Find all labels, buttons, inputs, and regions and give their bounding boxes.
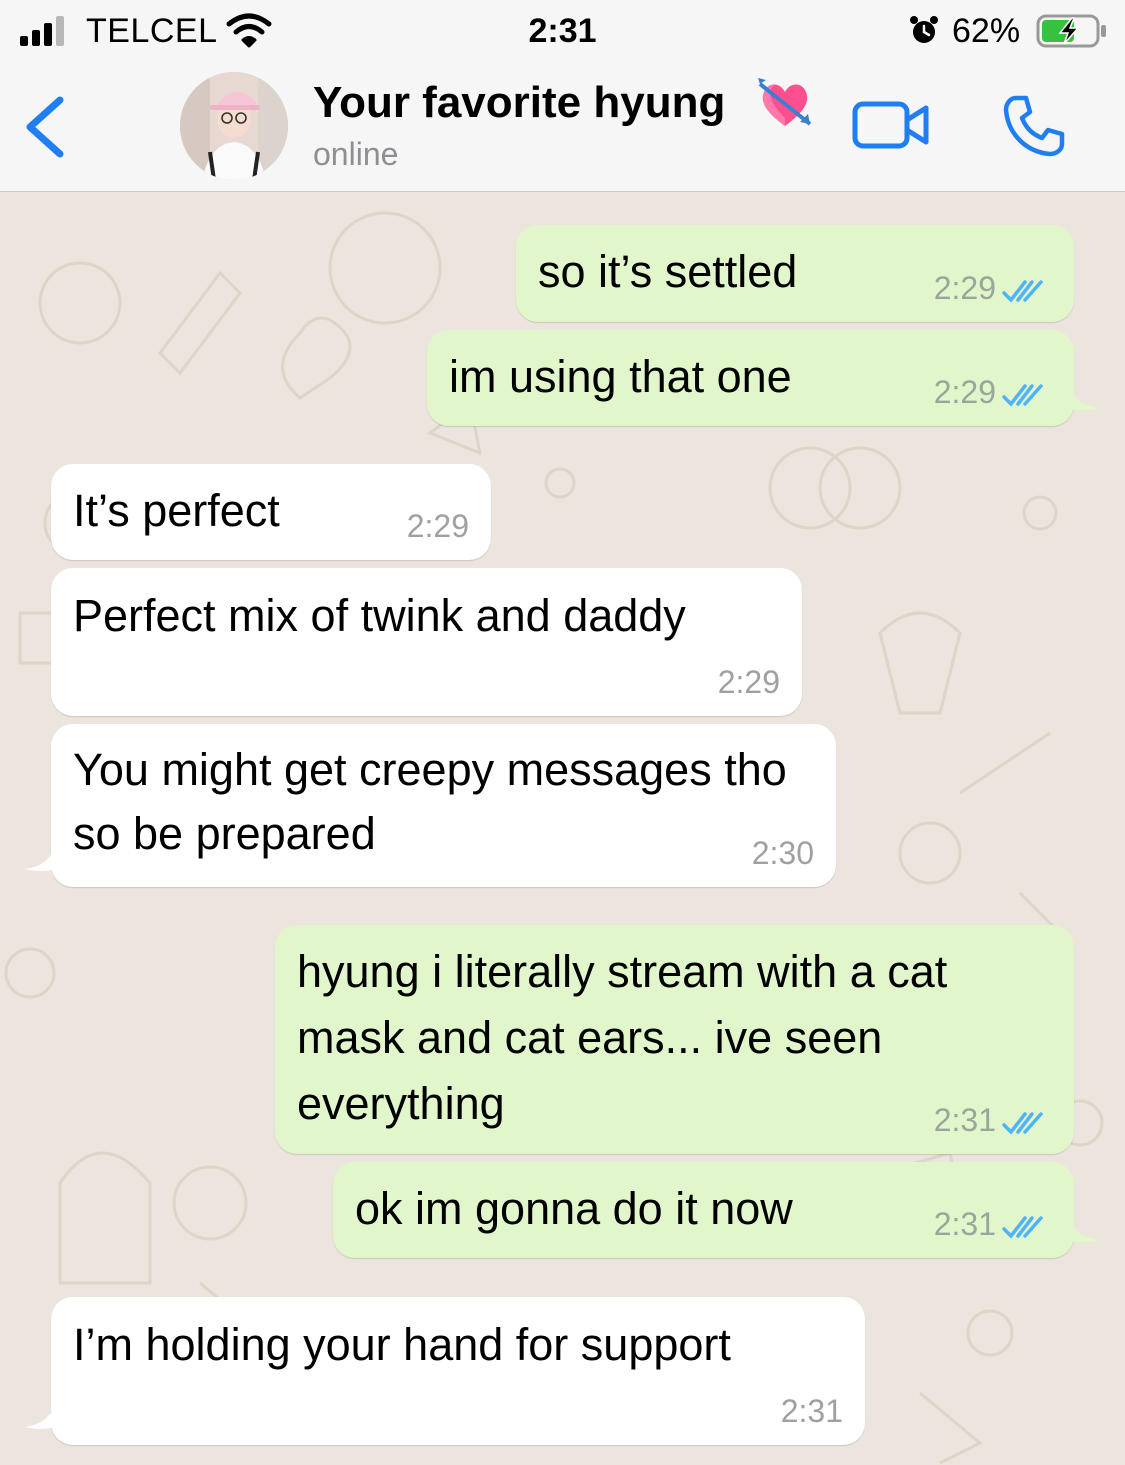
message-text: Perfect mix of twink and daddy — [73, 590, 686, 641]
message-meta: 2:30 — [752, 833, 814, 873]
message-meta: 2:31 — [934, 1204, 1048, 1244]
message-meta: 2:31 — [781, 1391, 843, 1431]
message-meta: 2:29 — [934, 268, 1048, 308]
message-meta: 2:31 — [934, 1100, 1048, 1140]
bubble-tail — [1070, 388, 1100, 410]
message-time: 2:29 — [406, 508, 469, 544]
chat-header: Your favorite hyung online — [0, 64, 1125, 192]
message-time: 2:31 — [933, 1102, 996, 1138]
message-text: You might get creepy messages tho so be … — [73, 744, 787, 859]
avatar[interactable] — [180, 72, 288, 180]
message-time: 2:29 — [933, 270, 996, 306]
message-bubble-incoming[interactable]: It’s perfect 2:29 — [51, 464, 491, 560]
message-time: 2:31 — [933, 1206, 996, 1242]
message-bubble-outgoing[interactable]: hyung i literally stream with a cat mask… — [275, 925, 1074, 1154]
message-bubble-incoming[interactable]: I’m holding your hand for support 2:31 — [51, 1297, 865, 1445]
double-check-icon — [1002, 1215, 1043, 1239]
double-check-icon — [1002, 383, 1043, 407]
battery-charging-icon — [1036, 14, 1106, 48]
message-bubble-outgoing[interactable]: ok im gonna do it now 2:31 — [333, 1162, 1074, 1258]
contact-status: online — [313, 136, 399, 172]
heart-with-arrow-icon — [758, 78, 812, 126]
video-call-icon[interactable] — [852, 98, 930, 152]
double-check-icon — [1002, 279, 1043, 303]
double-check-icon — [1002, 1111, 1043, 1135]
message-time: 2:29 — [717, 664, 780, 700]
message-time: 2:31 — [780, 1393, 843, 1429]
message-text: I’m holding your hand for support — [73, 1319, 731, 1370]
alarm-icon — [910, 16, 938, 43]
back-icon[interactable] — [22, 94, 66, 160]
message-time: 2:30 — [751, 835, 814, 871]
status-bar: TELCEL 2:31 62% — [0, 0, 1125, 64]
message-meta: 2:29 — [718, 662, 780, 702]
message-time: 2:29 — [933, 374, 996, 410]
battery-percent: 62% — [952, 12, 1021, 50]
bubble-tail — [24, 849, 54, 871]
message-bubble-outgoing[interactable]: so it’s settled 2:29 — [516, 225, 1074, 322]
bubble-tail — [24, 1407, 54, 1429]
phone-call-icon[interactable] — [1002, 94, 1066, 158]
bubble-tail — [1070, 1220, 1100, 1242]
message-bubble-outgoing[interactable]: im using that one 2:29 — [427, 330, 1074, 426]
message-meta: 2:29 — [934, 372, 1048, 412]
contact-name[interactable]: Your favorite hyung — [313, 78, 725, 128]
message-bubble-incoming[interactable]: You might get creepy messages tho so be … — [51, 724, 836, 887]
chat-area[interactable]: so it’s settled 2:29 im using that one 2… — [0, 193, 1125, 1465]
message-bubble-incoming[interactable]: Perfect mix of twink and daddy 2:29 — [51, 568, 802, 716]
message-meta: 2:29 — [407, 506, 469, 546]
